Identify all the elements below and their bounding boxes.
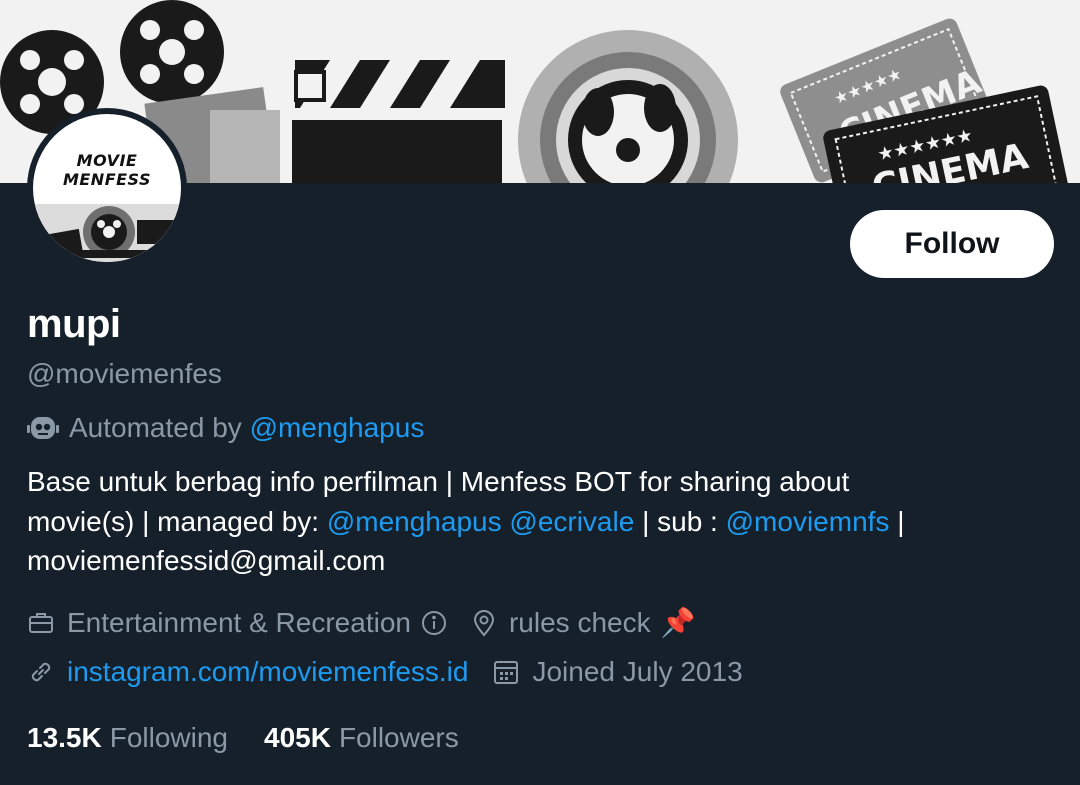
robot-icon <box>27 414 59 442</box>
followers-label: Followers <box>338 722 459 753</box>
bio-mention-ecrivale[interactable]: @ecrivale <box>509 506 634 537</box>
profile-meta-row-2: instagram.com/moviemenfess.id Joined Jul… <box>27 656 767 688</box>
bio-line-2: movie(s) | managed by: @menghapus @ecriv… <box>27 505 905 537</box>
briefcase-icon <box>27 609 55 637</box>
website-link[interactable]: instagram.com/moviemenfess.id <box>67 656 468 688</box>
following-link[interactable]: 13.5K Following <box>27 722 228 754</box>
bio-line-3: moviemenfessid@gmail.com <box>27 545 386 576</box>
location-item: rules check 📌 <box>471 606 696 639</box>
profile-bio: Base untuk berbag info perfilman | Menfe… <box>27 462 1057 581</box>
category-label: Entertainment & Recreation <box>67 606 411 638</box>
avatar-image: MOVIE MENFESS <box>33 114 181 262</box>
location-label: rules check <box>508 606 651 638</box>
location-pin-icon <box>471 609 497 637</box>
bio-line-1: Base untuk berbag info perfilman | Menfe… <box>27 466 850 497</box>
info-icon[interactable] <box>421 610 447 636</box>
bio-mention-menghapus[interactable]: @menghapus <box>327 506 502 537</box>
profile-meta-row-1: Entertainment & Recreation rules check 📌 <box>27 606 719 639</box>
profile-stats: 13.5K Following 405K Followers <box>27 722 495 754</box>
joined-item: Joined July 2013 <box>492 656 743 688</box>
profile-name: mupi <box>27 302 121 346</box>
website-item: instagram.com/moviemenfess.id <box>27 656 468 688</box>
automated-prefix: Automated by <box>69 412 242 443</box>
followers-link[interactable]: 405K Followers <box>264 722 459 754</box>
profile-handle: @moviemenfes <box>27 358 222 389</box>
avatar[interactable]: MOVIE MENFESS <box>27 108 187 268</box>
automated-label: Automated by @menghapus <box>27 412 424 444</box>
followers-count: 405K <box>264 722 331 753</box>
bio-mention-moviemnfs[interactable]: @moviemnfs <box>726 506 890 537</box>
category-item: Entertainment & Recreation <box>27 607 447 639</box>
pushpin-icon: 📌 <box>660 607 696 638</box>
avatar-title-line2: MENFESS <box>62 170 152 189</box>
calendar-icon <box>492 658 520 686</box>
automated-by-link[interactable]: @menghapus <box>250 412 425 444</box>
follow-button[interactable]: Follow <box>850 210 1054 278</box>
following-label: Following <box>109 722 228 753</box>
link-icon <box>27 658 55 686</box>
avatar-title-line1: MOVIE <box>76 151 138 170</box>
following-count: 13.5K <box>27 722 102 753</box>
joined-label: Joined July 2013 <box>532 656 743 687</box>
